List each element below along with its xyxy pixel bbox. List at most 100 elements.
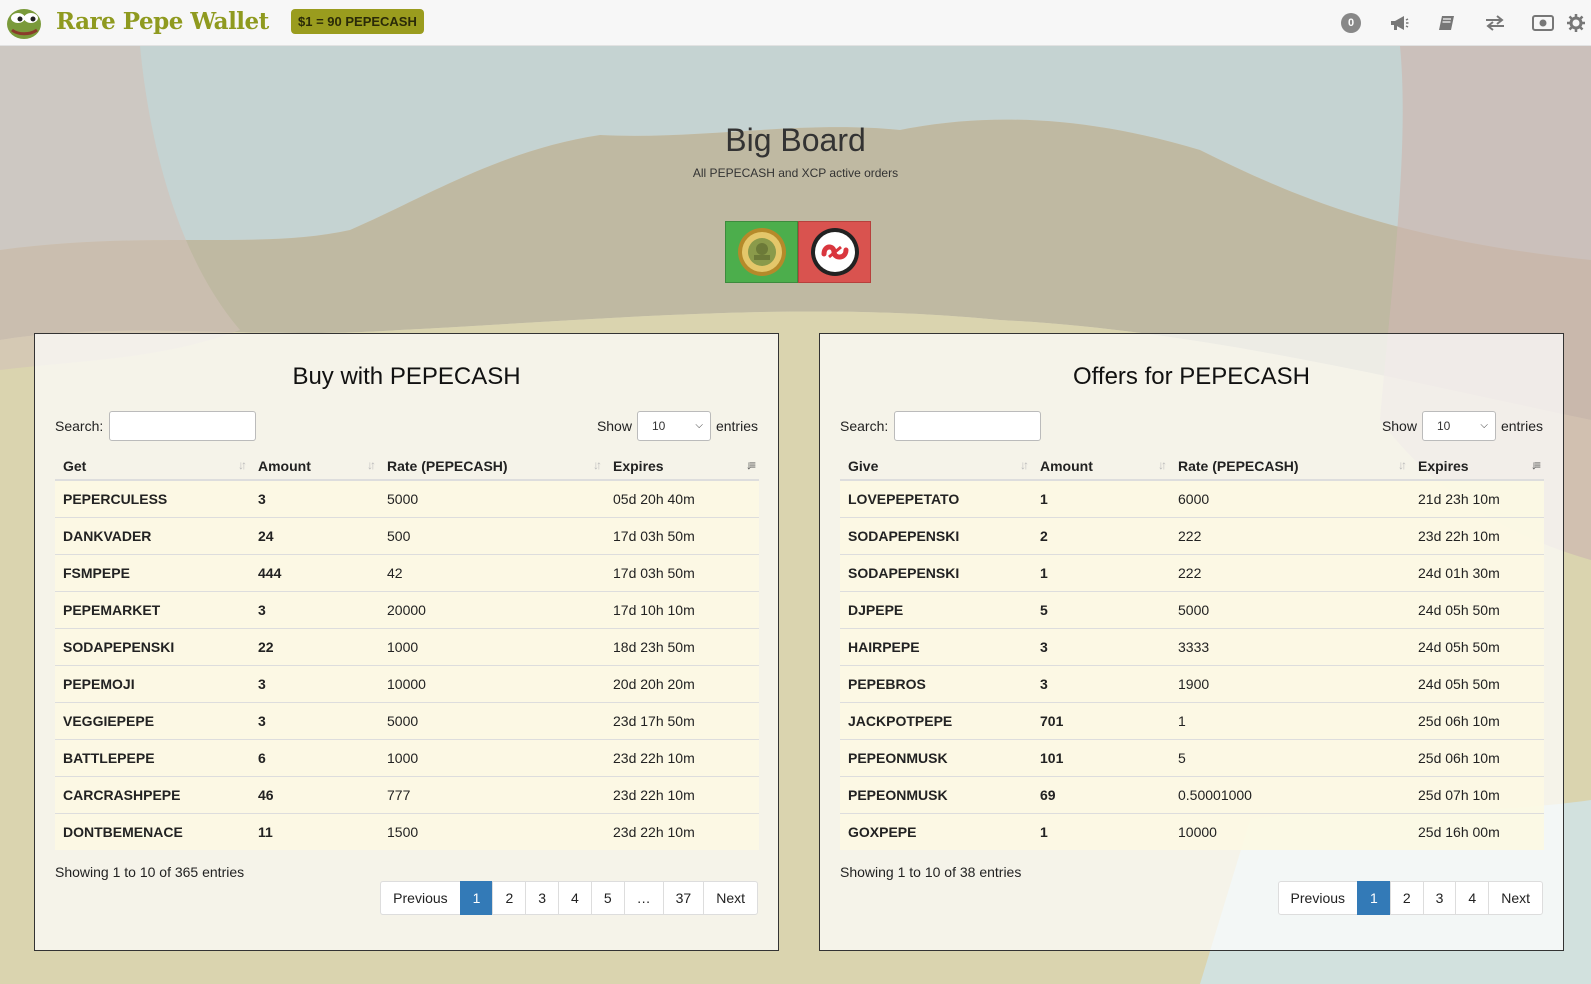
asset-cell: VEGGIEPEPE (55, 701, 250, 739)
page-button[interactable]: 5 (590, 881, 625, 915)
table-row[interactable]: GOXPEPE 1 10000 25d 16h 00m (840, 812, 1544, 850)
rate-cell: 10000 (379, 664, 605, 702)
expires-cell: 25d 06h 10m (1410, 738, 1544, 776)
table-row[interactable]: BATTLEPEPE 6 1000 23d 22h 10m (55, 738, 759, 776)
next-page-button[interactable]: Next (1488, 881, 1543, 915)
pepe-logo-icon[interactable] (4, 2, 44, 42)
table-row[interactable]: DANKVADER 24 500 17d 03h 50m (55, 516, 759, 554)
table-row[interactable]: PEPEONMUSK 69 0.50001000 25d 07h 10m (840, 775, 1544, 813)
pagination: Previous 1 2 3 4 5… 37 Next (380, 881, 758, 915)
entries-select-value: 10 (1436, 419, 1451, 433)
search-label: Search: (840, 418, 889, 434)
page-button[interactable]: 1 (1357, 881, 1391, 915)
buy-orders-table: Get ↓↑ Amount ↓↑ Rate (PEPECASH) ↓↑ Expires… (55, 452, 759, 850)
page-button[interactable]: 37 (662, 881, 705, 915)
expires-cell: 17d 10h 10m (605, 590, 759, 628)
asset-cell: SODAPEPENSKI (840, 553, 1032, 591)
table-row[interactable]: DJPEPE 5 5000 24d 05h 50m (840, 590, 1544, 628)
search-input[interactable] (109, 411, 257, 441)
xcp-currency-button[interactable] (798, 221, 871, 283)
table-row[interactable]: DONTBEMENACE 11 1500 23d 22h 10m (55, 812, 759, 850)
expires-cell: 24d 05h 50m (1410, 664, 1544, 702)
table-info: Showing 1 to 10 of 38 entries (840, 864, 1022, 880)
page-button[interactable]: 4 (558, 881, 592, 915)
column-header-expires[interactable]: Expires ↓≡ (605, 452, 759, 481)
column-header-amount[interactable]: Amount ↓↑ (250, 452, 379, 481)
table-row[interactable]: LOVEPEPETATO 1 6000 21d 23h 10m (840, 479, 1544, 517)
table-row[interactable]: CARCRASHPEPE 46 777 23d 22h 10m (55, 775, 759, 813)
column-header-amount[interactable]: Amount ↓↑ (1032, 452, 1170, 481)
rate-cell: 1000 (379, 738, 605, 776)
expires-cell: 23d 22h 10m (605, 812, 759, 850)
sort-icon: ↓↑ (367, 458, 376, 472)
exchange-icon[interactable] (1471, 0, 1519, 46)
table-row[interactable]: HAIRPEPE 3 3333 24d 05h 50m (840, 627, 1544, 665)
column-header-expires[interactable]: Expires ↓≡ (1410, 452, 1544, 481)
top-navbar: Rare Pepe Wallet $1 = 90 PEPECASH 0 (0, 0, 1591, 46)
previous-page-button[interactable]: Previous (380, 881, 461, 915)
table-row[interactable]: SODAPEPENSKI 1 222 24d 01h 30m (840, 553, 1544, 591)
gear-icon[interactable] (1567, 0, 1591, 46)
column-header-rate[interactable]: Rate (PEPECASH) ↓↑ (1170, 452, 1410, 481)
notifications-button[interactable]: 0 (1327, 0, 1375, 46)
entries-length: Show 10 ⌵ entries (1382, 411, 1543, 441)
table-row[interactable]: FSMPEPE 444 42 17d 03h 50m (55, 553, 759, 591)
asset-cell: SODAPEPENSKI (55, 627, 250, 665)
offers-for-pepecash-panel: Offers for PEPECASH Search: Show 10 ⌵ en… (819, 333, 1564, 951)
show-label: Show (1381, 418, 1417, 434)
rate-cell: 222 (1170, 553, 1410, 591)
asset-cell: DONTBEMENACE (55, 812, 250, 850)
amount-cell: 5 (1032, 590, 1170, 628)
table-row[interactable]: PEPEBROS 3 1900 24d 05h 50m (840, 664, 1544, 702)
search-box: Search: (840, 411, 1042, 441)
book-icon[interactable] (1423, 0, 1471, 46)
page-button[interactable]: 2 (1389, 881, 1424, 915)
sort-asc-icon: ↓≡ (745, 458, 756, 472)
column-header-give[interactable]: Give ↓↑ (840, 452, 1032, 481)
column-header-rate[interactable]: Rate (PEPECASH) ↓↑ (379, 452, 605, 481)
money-icon[interactable] (1519, 0, 1567, 46)
entries-label: entries (715, 418, 758, 434)
next-page-button[interactable]: Next (703, 881, 758, 915)
expires-cell: 23d 17h 50m (605, 701, 759, 739)
page-button[interactable]: 2 (492, 881, 527, 915)
buy-with-pepecash-panel: Buy with PEPECASH Search: Show 10 ⌵ entr… (34, 333, 779, 951)
entries-select[interactable]: 10 ⌵ (1421, 411, 1496, 441)
table-row[interactable]: PEPEONMUSK 101 5 25d 06h 10m (840, 738, 1544, 776)
table-row[interactable]: PEPERCULESS 3 5000 05d 20h 40m (55, 479, 759, 517)
nav-icons: 0 (1327, 0, 1591, 46)
brand-name[interactable]: Rare Pepe Wallet (56, 8, 269, 35)
table-row[interactable]: SODAPEPENSKI 22 1000 18d 23h 50m (55, 627, 759, 665)
rate-cell: 1000 (379, 627, 605, 665)
show-label: Show (596, 418, 632, 434)
asset-cell: LOVEPEPETATO (840, 479, 1032, 517)
previous-page-button[interactable]: Previous (1277, 881, 1359, 915)
page-button[interactable]: 1 (459, 881, 494, 915)
table-row[interactable]: JACKPOTPEPE 701 1 25d 06h 10m (840, 701, 1544, 739)
megaphone-icon[interactable] (1375, 0, 1423, 46)
page-button[interactable]: 4 (1455, 881, 1490, 915)
table-row[interactable]: SODAPEPENSKI 2 222 23d 22h 10m (840, 516, 1544, 554)
search-input[interactable] (894, 411, 1042, 441)
amount-cell: 101 (1032, 738, 1170, 776)
column-header-get[interactable]: Get ↓↑ (55, 452, 250, 481)
asset-cell: FSMPEPE (55, 553, 250, 591)
entries-label: entries (1500, 418, 1543, 434)
table-row[interactable]: VEGGIEPEPE 3 5000 23d 17h 50m (55, 701, 759, 739)
page-subtitle: All PEPECASH and XCP active orders (692, 166, 899, 180)
amount-cell: 1 (1032, 479, 1170, 517)
page-button[interactable]: 3 (1422, 881, 1457, 915)
table-row[interactable]: PEPEMARKET 3 20000 17d 10h 10m (55, 590, 759, 628)
pepecash-currency-button[interactable] (725, 221, 798, 283)
expires-cell: 23d 22h 10m (605, 775, 759, 813)
sort-icon: ↓↑ (1158, 458, 1167, 472)
rate-cell: 500 (379, 516, 605, 554)
table-row[interactable]: PEPEMOJI 3 10000 20d 20h 20m (55, 664, 759, 702)
entries-select[interactable]: 10 ⌵ (636, 411, 711, 441)
asset-cell: PEPEMOJI (55, 664, 250, 702)
search-box: Search: (55, 411, 257, 441)
expires-cell: 24d 05h 50m (1410, 627, 1544, 665)
asset-cell: PEPERCULESS (55, 479, 250, 517)
chevron-down-icon: ⌵ (695, 420, 703, 431)
page-button[interactable]: 3 (525, 881, 560, 915)
